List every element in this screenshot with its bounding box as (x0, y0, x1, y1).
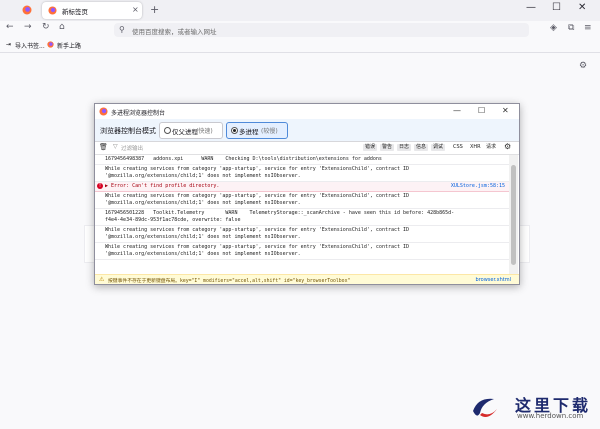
new-tab-button[interactable]: + (150, 3, 159, 16)
filter-warnings-button[interactable]: 警告 (380, 144, 395, 151)
trash-icon[interactable]: 🗑 (99, 143, 108, 151)
log-message: While creating services from category 'a… (105, 166, 413, 179)
mode-label: 浏览器控制台模式 (100, 127, 156, 135)
firefox-icon (47, 41, 54, 48)
tab-new-tab[interactable]: 新标签页 × (42, 2, 142, 19)
log-message: 1679456501228 Toolkit.Telemetry WARN Tel… (105, 210, 455, 223)
url-placeholder: 使用百度搜索，或者输入网址 (132, 28, 217, 36)
log-row: While creating services from category 'a… (95, 192, 509, 209)
home-icon[interactable]: ⌂ (59, 22, 65, 32)
extensions-icon[interactable]: ⧉ (568, 23, 574, 33)
scrollbar-thumb[interactable] (511, 165, 516, 265)
bookmark-getting-started[interactable]: 新手上路 (57, 41, 81, 50)
mode-parent-only-radio[interactable]: 仅父进程 (快速) (159, 122, 223, 139)
log-row: 1679456498387 addons.xpi WARN Checking D… (95, 155, 509, 165)
log-message: While creating services from category 'a… (105, 193, 413, 206)
warning-icon: ⚠ (99, 276, 105, 283)
log-row: While creating services from category 'a… (95, 165, 509, 182)
firefox-icon[interactable] (22, 5, 32, 15)
minimize-button[interactable]: — (526, 2, 536, 13)
firefox-icon (99, 107, 108, 116)
pocket-icon[interactable]: ◈ (550, 23, 557, 33)
log-row: While creating services from category 'a… (95, 243, 509, 260)
mode-multiprocess-radio[interactable]: 多进程 (较慢) (226, 122, 288, 139)
radio-button (164, 127, 171, 134)
close-window-button[interactable]: ✕ (578, 2, 586, 13)
error-row[interactable]: ! ▶ Error: Can't find profile directory.… (95, 182, 509, 192)
filter-xhr-button[interactable]: XHR (470, 144, 481, 151)
mode-hint: (较慢) (261, 128, 278, 135)
console-scrollbar[interactable] (509, 155, 518, 274)
log-message: While creating services from category 'a… (105, 244, 413, 257)
mode-name: 仅父进程 (172, 128, 198, 136)
log-row: 1679456501228 Toolkit.Telemetry WARN Tel… (95, 209, 509, 226)
warning-message: 按键事件不存在于更新键盘布局。key="I" modifiers="accel,… (108, 279, 351, 284)
filter-debug-button[interactable]: 调试 (431, 144, 446, 151)
warning-source-link[interactable]: browser.xhtml (476, 277, 511, 283)
import-bookmarks-icon: ⇥ (6, 41, 12, 48)
bookmark-import[interactable]: 导入书签... (15, 41, 45, 50)
watermark-logo (473, 398, 497, 417)
filter-errors-button[interactable]: 错误 (363, 144, 378, 151)
error-icon: ! (97, 183, 103, 189)
firefox-icon (48, 6, 57, 15)
gear-icon[interactable]: ⚙ (579, 61, 587, 71)
error-message: ▶ Error: Can't find profile directory. (105, 183, 220, 189)
search-icon: ⚲ (119, 25, 125, 34)
log-message: 1679456498387 addons.xpi WARN Checking D… (105, 156, 382, 162)
maximize-button[interactable]: ☐ (478, 106, 485, 115)
console-filter-bar: 🗑 ▽ 过滤输出 错误 警告 日志 信息 调试 CSS XHR 请求 ⚙ (95, 142, 519, 155)
filter-requests-button[interactable]: 请求 (486, 144, 496, 151)
url-bar[interactable]: ⚲ 使用百度搜索，或者输入网址 (114, 23, 529, 37)
filter-info-button[interactable]: 信息 (414, 144, 429, 151)
maximize-button[interactable]: ☐ (552, 2, 561, 13)
back-icon[interactable]: ← (6, 22, 14, 32)
tab-title: 新标签页 (62, 8, 88, 16)
menu-icon[interactable]: ≡ (584, 23, 592, 33)
console-output: 1679456498387 addons.xpi WARN Checking D… (95, 155, 509, 274)
warning-row: ⚠ 按键事件不存在于更新键盘布局。key="I" modifiers="acce… (95, 274, 519, 284)
watermark-url: www.herdown.com (517, 412, 584, 420)
forward-icon[interactable]: → (24, 22, 32, 32)
bookmarks-toolbar (0, 39, 600, 53)
log-row: While creating services from category 'a… (95, 226, 509, 243)
console-mode-bar: 浏览器控制台模式 仅父进程 (快速) 多进程 (较慢) (95, 119, 519, 142)
error-source-link[interactable]: XULStore.jsm:58:15 (451, 183, 505, 190)
close-tab-icon[interactable]: × (132, 5, 139, 14)
reload-icon[interactable]: ↻ (42, 22, 50, 32)
filter-css-button[interactable]: CSS (453, 144, 463, 151)
radio-button-selected (231, 127, 238, 134)
gear-icon[interactable]: ⚙ (504, 142, 511, 151)
console-title: 多进程浏览器控制台 (111, 110, 166, 117)
browser-console-window: 多进程浏览器控制台 — ☐ ✕ 浏览器控制台模式 仅父进程 (快速) 多进程 (… (94, 103, 520, 285)
mode-name: 多进程 (239, 128, 259, 136)
filter-icon: ▽ (113, 143, 118, 150)
log-message: While creating services from category 'a… (105, 227, 413, 240)
filter-logs-button[interactable]: 日志 (397, 144, 412, 151)
close-window-button[interactable]: ✕ (502, 106, 509, 115)
console-title-bar: 多进程浏览器控制台 — ☐ ✕ (95, 104, 519, 119)
filter-input[interactable]: 过滤输出 (121, 144, 143, 152)
mode-hint: (快速) (196, 128, 213, 135)
minimize-button[interactable]: — (453, 106, 461, 115)
